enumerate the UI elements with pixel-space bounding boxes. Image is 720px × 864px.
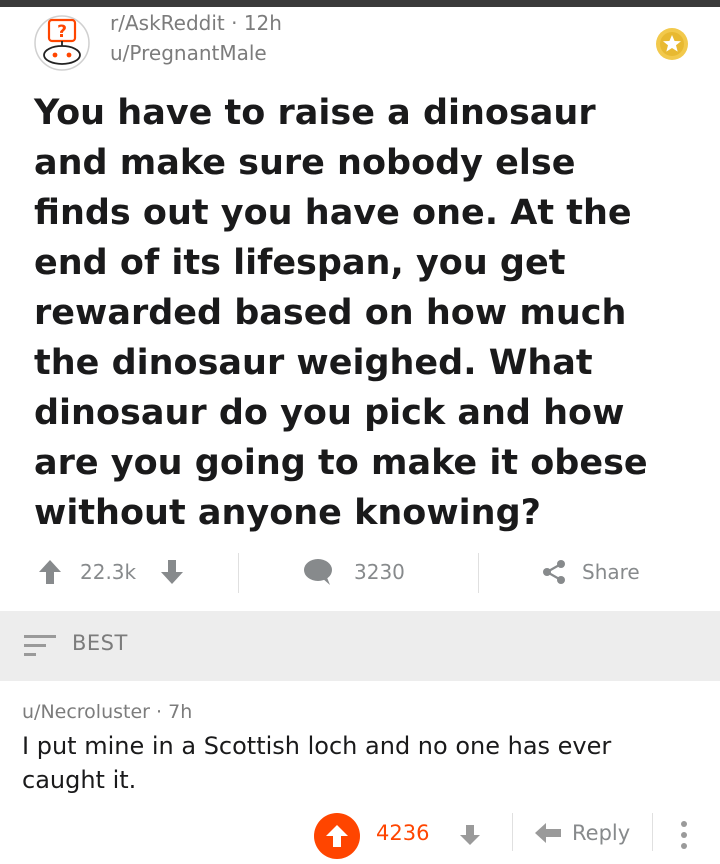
post-title[interactable]: You have to raise a dinosaur and make su… <box>34 88 674 538</box>
arrow-up-icon[interactable] <box>36 557 64 587</box>
post-author[interactable]: u/PregnantMale <box>110 41 267 65</box>
sort-label: BEST <box>72 631 128 655</box>
share-label: Share <box>582 560 640 584</box>
comment-sort-bar[interactable]: BEST <box>0 611 720 681</box>
svg-text:?: ? <box>57 22 67 42</box>
post-action-bar: 22.3k 3230 Share <box>0 545 720 603</box>
comment-meta: u/Necroluster · 7h <box>22 701 192 723</box>
comment-author[interactable]: u/Necroluster <box>22 701 150 723</box>
post-header: ? r/AskReddit · 12h u/PregnantMale <box>0 7 720 85</box>
comment-upvote-button[interactable] <box>314 813 360 859</box>
share-button[interactable]: Share <box>540 557 640 587</box>
meta-separator: · <box>231 11 238 35</box>
comment-count: 3230 <box>354 560 405 584</box>
reply-arrow-icon <box>535 823 561 843</box>
post-vote-group: 22.3k <box>36 557 186 587</box>
sort-lines-icon <box>24 635 56 656</box>
action-divider <box>478 553 479 593</box>
comment-action-bar: 4236 Reply <box>0 809 720 859</box>
meta-separator: · <box>156 701 163 723</box>
gold-award-icon[interactable] <box>655 27 689 61</box>
comment-body: I put mine in a Scottish loch and no one… <box>22 732 612 794</box>
askreddit-snoo-icon[interactable]: ? <box>34 15 90 71</box>
vertical-dots-icon[interactable] <box>678 819 690 851</box>
action-divider <box>238 553 239 593</box>
reply-button[interactable]: Reply <box>534 821 630 845</box>
subreddit-name[interactable]: r/AskReddit <box>110 11 225 35</box>
post-time: 12h <box>243 11 282 35</box>
share-icon <box>543 560 565 584</box>
reply-label: Reply <box>572 821 631 845</box>
speech-bubble-icon <box>304 559 332 585</box>
comments-button[interactable]: 3230 <box>302 557 405 587</box>
arrow-down-icon[interactable] <box>458 823 482 847</box>
comment-time: 7h <box>168 701 193 723</box>
comment-score: 4236 <box>376 821 430 845</box>
action-divider <box>512 813 513 851</box>
subreddit-line: r/AskReddit · 12h <box>110 11 282 35</box>
action-divider <box>652 813 653 851</box>
arrow-up-icon <box>326 825 348 847</box>
comment: u/Necroluster · 7h I put mine in a Scott… <box>0 681 720 864</box>
post-score: 22.3k <box>80 560 137 584</box>
arrow-down-icon[interactable] <box>158 557 186 587</box>
status-strip <box>0 0 720 7</box>
